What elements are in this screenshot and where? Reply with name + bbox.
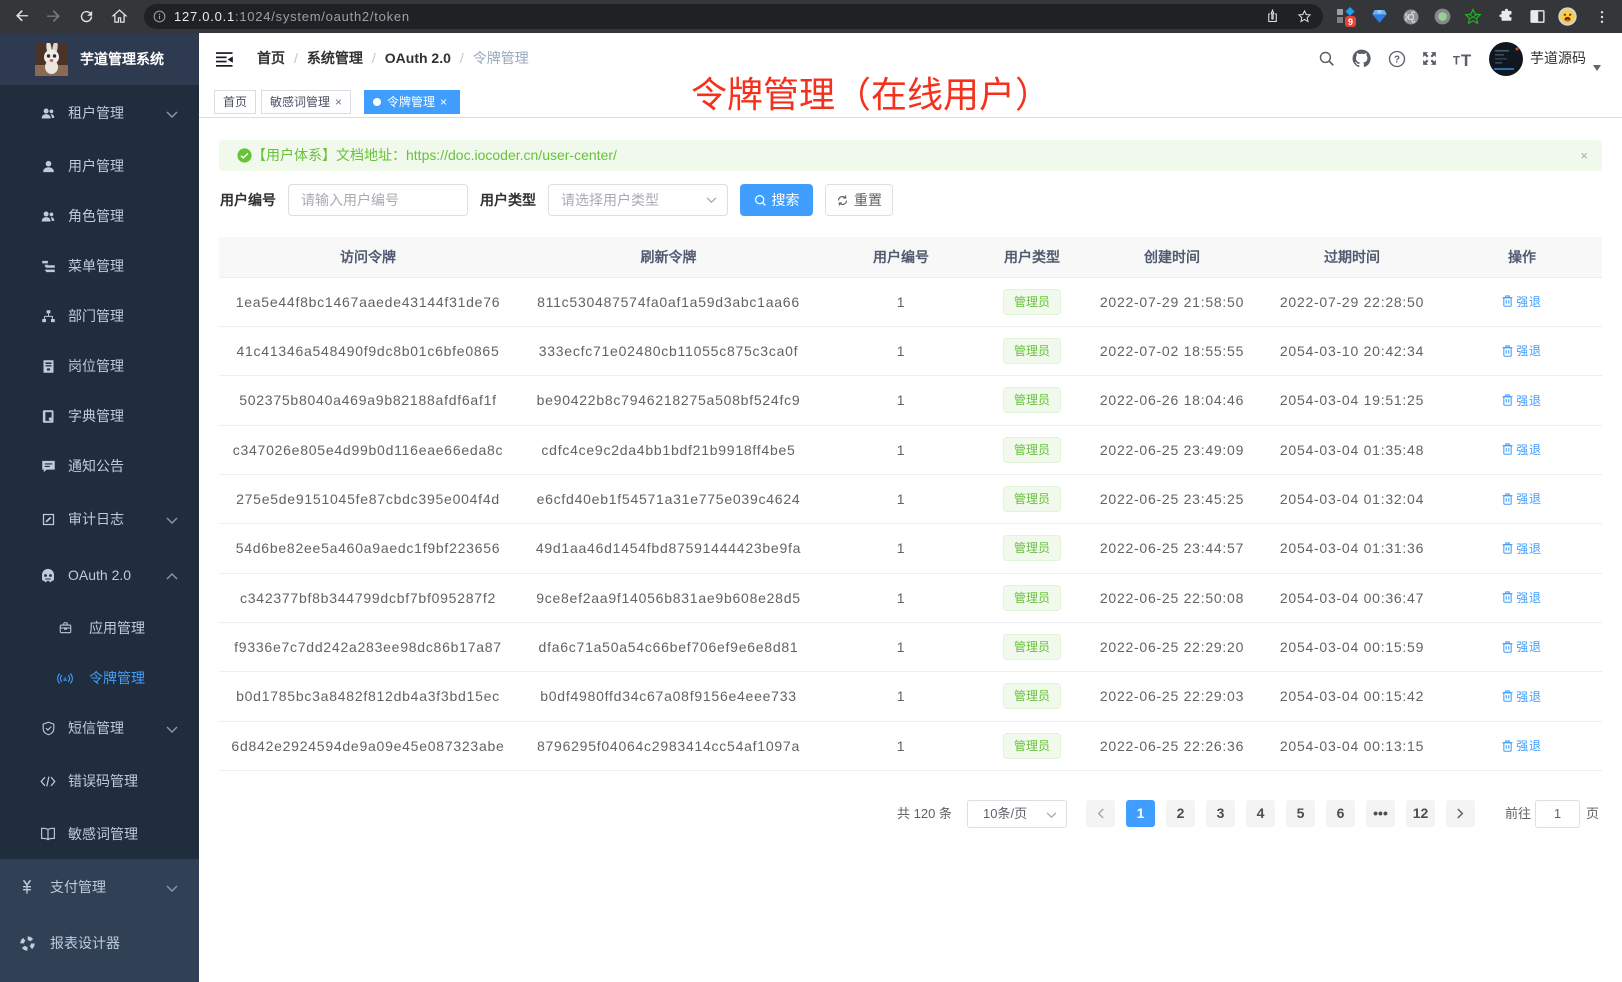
svg-text:T: T bbox=[1461, 51, 1472, 69]
svg-text:a: a bbox=[63, 675, 67, 682]
svg-text:?: ? bbox=[1394, 54, 1400, 65]
svg-text:9: 9 bbox=[1348, 17, 1353, 27]
svg-text:T: T bbox=[1453, 54, 1460, 67]
